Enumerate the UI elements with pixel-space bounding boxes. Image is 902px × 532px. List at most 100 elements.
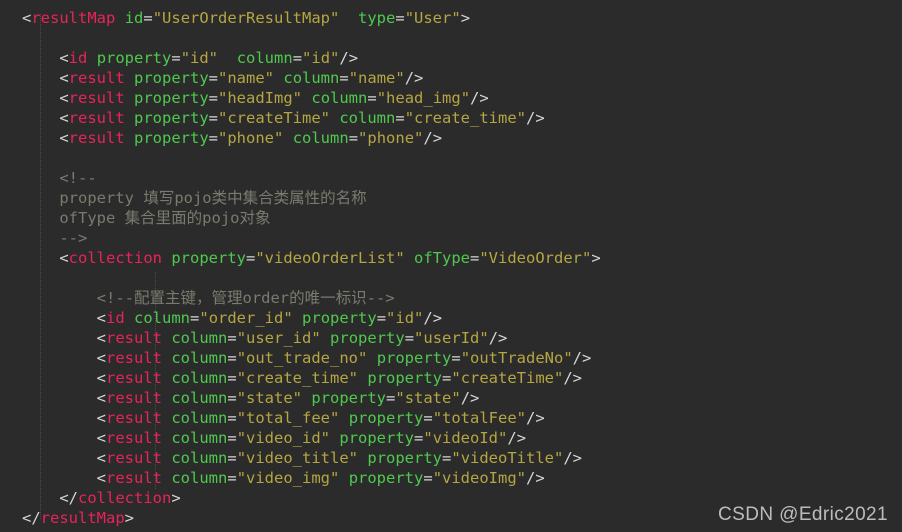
code-token-va: "userId": [414, 329, 489, 347]
code-token-tag: result: [68, 129, 125, 147]
code-token-pn: [162, 469, 171, 487]
code-token-pn: />: [460, 389, 480, 407]
code-token-va: "phone": [358, 129, 424, 147]
code-token-tag: id: [106, 309, 125, 327]
code-token-tag: result: [106, 349, 162, 367]
code-token-pn: =: [190, 309, 200, 327]
code-token-pn: =: [227, 329, 237, 347]
code-line[interactable]: <!--: [22, 168, 902, 188]
code-line[interactable]: <id column="order_id" property="id"/>: [22, 308, 902, 328]
code-token-pn: =: [376, 309, 387, 327]
code-editor[interactable]: <resultMap id="UserOrderResultMap" type=…: [0, 0, 902, 532]
code-token-pn: [367, 349, 376, 367]
code-token-pn: >: [591, 249, 601, 267]
code-token-pn: [162, 409, 171, 427]
code-line[interactable]: <result property="phone" column="phone"/…: [22, 128, 902, 148]
code-token-pn: />: [563, 449, 583, 467]
code-token-tag: result: [106, 449, 162, 467]
code-token-at: property: [348, 469, 424, 487]
code-token-pn: =: [451, 349, 461, 367]
code-token-at: column: [339, 109, 396, 127]
code-token-at: column: [171, 429, 228, 447]
code-token-at: column: [171, 389, 228, 407]
code-token-pn: />: [404, 69, 424, 87]
code-token-tag: result: [106, 389, 162, 407]
code-token-tag: result: [106, 469, 162, 487]
code-token-pn: <: [96, 389, 106, 407]
code-token-pn: <: [96, 369, 106, 387]
code-token-pn: <: [96, 409, 106, 427]
code-token-va: "video_title": [236, 449, 359, 467]
code-token-pn: [339, 469, 348, 487]
code-token-at: property: [302, 309, 377, 327]
code-token-pn: =: [442, 449, 452, 467]
code-line[interactable]: <resultMap id="UserOrderResultMap" type=…: [22, 8, 902, 28]
code-line[interactable]: ofType 集合里面的pojo对象: [22, 208, 902, 228]
code-token-pn: />: [572, 349, 592, 367]
code-line[interactable]: [22, 148, 902, 168]
code-token-va: "createTime": [218, 109, 330, 127]
code-token-pn: <: [22, 9, 32, 27]
code-token-pn: =: [367, 89, 377, 107]
code-token-pn: =: [292, 49, 303, 67]
code-token-pn: />: [423, 309, 443, 327]
code-token-pn: =: [470, 249, 480, 267]
code-line[interactable]: <id property="id" column="id"/>: [22, 48, 902, 68]
code-token-pn: =: [227, 409, 237, 427]
code-line[interactable]: <result column="video_title" property="v…: [22, 448, 902, 468]
code-token-pn: =: [208, 109, 219, 127]
code-token-va: "create_time": [236, 369, 359, 387]
code-token-at: column: [171, 369, 228, 387]
code-line[interactable]: <result column="video_img" property="vid…: [22, 468, 902, 488]
code-line[interactable]: [22, 28, 902, 48]
csdn-watermark: CSDN @Edric2021: [718, 504, 888, 525]
code-token-pn: <: [59, 109, 69, 127]
code-token-pn: =: [227, 449, 237, 467]
code-token-va: "name": [348, 69, 405, 87]
code-token-pn: </: [22, 509, 41, 527]
code-line[interactable]: <result property="createTime" column="cr…: [22, 108, 902, 128]
code-token-va: "createTime": [451, 369, 564, 387]
code-token-pn: [125, 69, 134, 87]
code-line[interactable]: <result column="video_id" property="vide…: [22, 428, 902, 448]
code-line[interactable]: <result column="create_time" property="c…: [22, 368, 902, 388]
code-token-pn: [125, 129, 134, 147]
code-token-pn: [293, 309, 302, 327]
code-token-tag: id: [68, 49, 88, 67]
code-line[interactable]: -->: [22, 228, 902, 248]
code-line[interactable]: <result column="user_id" property="userI…: [22, 328, 902, 348]
code-token-pn: <: [59, 249, 69, 267]
code-token-tag: result: [68, 89, 125, 107]
code-token-pn: >: [171, 489, 181, 507]
code-token-at: id: [124, 9, 144, 27]
code-token-pn: <: [96, 469, 106, 487]
code-line[interactable]: property 填写pojo类中集合类属性的名称: [22, 188, 902, 208]
code-token-pn: [339, 409, 348, 427]
code-token-pn: [358, 369, 367, 387]
code-line[interactable]: <result column="total_fee" property="tot…: [22, 408, 902, 428]
code-token-at: property: [311, 389, 387, 407]
code-token-at: column: [171, 329, 228, 347]
code-line[interactable]: <collection property="videoOrderList" of…: [22, 248, 902, 268]
code-line[interactable]: <result column="out_trade_no" property="…: [22, 348, 902, 368]
code-line[interactable]: [22, 268, 902, 288]
code-token-va: "id": [180, 49, 219, 67]
code-line[interactable]: <!--配置主键，管理order的唯一标识-->: [22, 288, 902, 308]
code-token-va: "head_img": [376, 89, 471, 107]
code-content[interactable]: <resultMap id="UserOrderResultMap" type=…: [0, 8, 902, 528]
code-token-pn: =: [395, 9, 405, 27]
code-token-pn: =: [442, 369, 452, 387]
code-line[interactable]: <result property="headImg" column="head_…: [22, 88, 902, 108]
code-line[interactable]: <result column="state" property="state"/…: [22, 388, 902, 408]
code-token-at: column: [171, 469, 228, 487]
code-token-pn: =: [227, 349, 237, 367]
code-line[interactable]: <result property="name" column="name"/>: [22, 68, 902, 88]
code-token-pn: =: [227, 369, 237, 387]
